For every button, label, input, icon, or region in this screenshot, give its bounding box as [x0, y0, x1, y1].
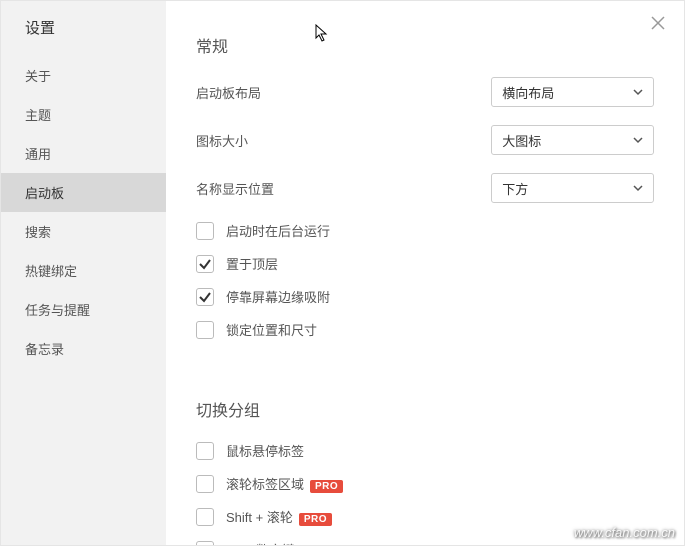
- sidebar: 设置 关于 主题 通用 启动板 搜索 热键绑定 任务与提醒 备忘录: [1, 1, 166, 545]
- checkbox-background[interactable]: [196, 222, 214, 240]
- section-switch-title: 切换分组: [196, 397, 654, 421]
- sidebar-item-general[interactable]: 通用: [1, 134, 166, 173]
- chevron-down-icon: [633, 135, 643, 145]
- checkbox-lock[interactable]: [196, 321, 214, 339]
- chevron-down-icon: [633, 87, 643, 97]
- row-label-namepos: 名称显示位置: [196, 179, 491, 198]
- row-namepos: 名称显示位置 下方: [196, 173, 654, 203]
- sidebar-item-theme[interactable]: 主题: [1, 95, 166, 134]
- check-row-wheel: 滚轮标签区域PRO: [196, 474, 654, 493]
- pro-badge: PRO: [299, 513, 332, 526]
- sidebar-item-hotkeys[interactable]: 热键绑定: [1, 251, 166, 290]
- check-row-hover: 鼠标悬停标签: [196, 441, 654, 460]
- check-row-ontop: 置于顶层: [196, 254, 654, 273]
- check-row-altnum: Alt + 数字键PRO: [196, 540, 654, 545]
- sidebar-item-tasks[interactable]: 任务与提醒: [1, 290, 166, 329]
- pro-badge: PRO: [310, 480, 343, 493]
- select-namepos[interactable]: 下方: [491, 173, 654, 203]
- row-label-layout: 启动板布局: [196, 83, 491, 102]
- sidebar-item-launchpad[interactable]: 启动板: [1, 173, 166, 212]
- checkbox-hover[interactable]: [196, 442, 214, 460]
- checkbox-shiftwheel[interactable]: [196, 508, 214, 526]
- sidebar-item-memo[interactable]: 备忘录: [1, 329, 166, 368]
- checkbox-snap[interactable]: [196, 288, 214, 306]
- check-row-lock: 锁定位置和尺寸: [196, 320, 654, 339]
- select-layout[interactable]: 横向布局: [491, 77, 654, 107]
- select-namepos-value: 下方: [502, 179, 528, 198]
- check-label-shiftwheel: Shift + 滚轮PRO: [226, 507, 332, 526]
- check-label-hover: 鼠标悬停标签: [226, 441, 304, 460]
- row-iconsize: 图标大小 大图标: [196, 125, 654, 155]
- main-panel: 常规 启动板布局 横向布局 图标大小 大图标 名称显示位置 下方 启动时在: [166, 1, 684, 545]
- check-row-background: 启动时在后台运行: [196, 221, 654, 240]
- select-iconsize-value: 大图标: [502, 131, 541, 150]
- section-general-title: 常规: [196, 33, 654, 57]
- check-label-wheel: 滚轮标签区域PRO: [226, 474, 343, 493]
- sidebar-item-search[interactable]: 搜索: [1, 212, 166, 251]
- chevron-down-icon: [633, 183, 643, 193]
- checkbox-ontop[interactable]: [196, 255, 214, 273]
- settings-window: 设置 关于 主题 通用 启动板 搜索 热键绑定 任务与提醒 备忘录 常规 启动板…: [0, 0, 685, 546]
- check-row-snap: 停靠屏幕边缘吸附: [196, 287, 654, 306]
- check-label-snap: 停靠屏幕边缘吸附: [226, 287, 330, 306]
- check-row-shiftwheel: Shift + 滚轮PRO: [196, 507, 654, 526]
- check-label-background: 启动时在后台运行: [226, 221, 330, 240]
- select-iconsize[interactable]: 大图标: [491, 125, 654, 155]
- check-label-ontop: 置于顶层: [226, 254, 278, 273]
- checkbox-altnum[interactable]: [196, 541, 214, 546]
- sidebar-title: 设置: [1, 1, 166, 56]
- close-button[interactable]: [648, 13, 668, 33]
- row-layout: 启动板布局 横向布局: [196, 77, 654, 107]
- check-label-altnum: Alt + 数字键PRO: [226, 540, 334, 545]
- select-layout-value: 横向布局: [502, 83, 554, 102]
- checkbox-wheel[interactable]: [196, 475, 214, 493]
- row-label-iconsize: 图标大小: [196, 131, 491, 150]
- sidebar-item-about[interactable]: 关于: [1, 56, 166, 95]
- check-label-lock: 锁定位置和尺寸: [226, 320, 317, 339]
